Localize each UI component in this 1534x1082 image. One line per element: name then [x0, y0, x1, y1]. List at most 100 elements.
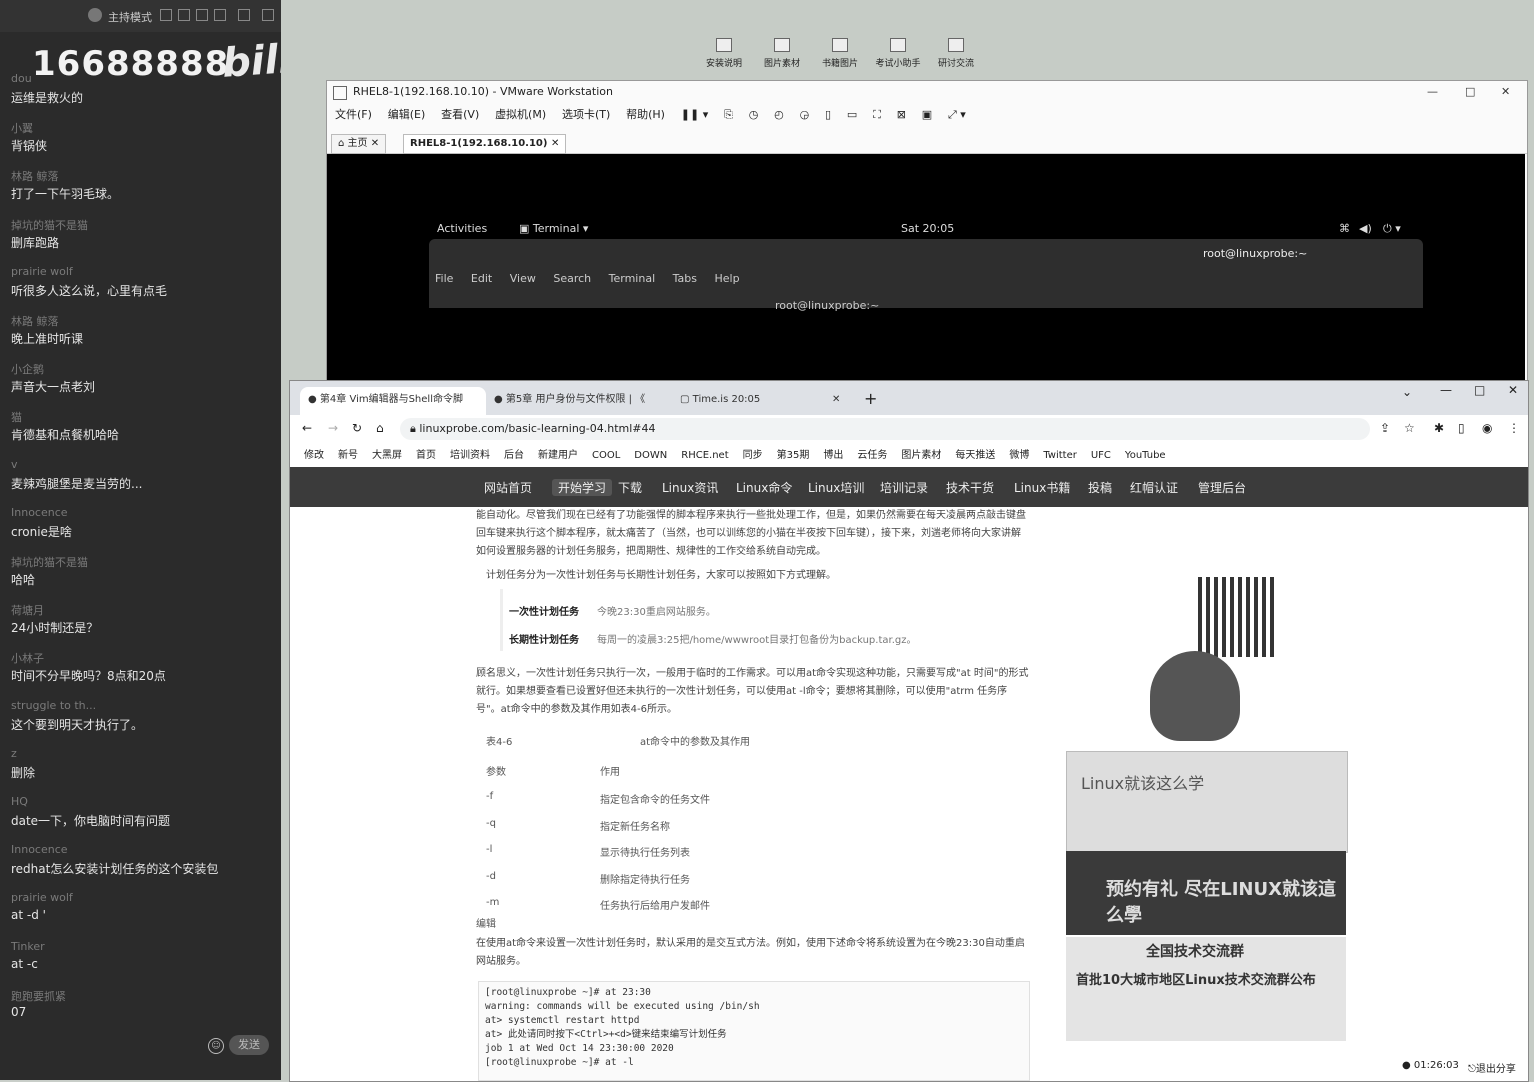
menu-help[interactable]: Help	[715, 272, 740, 285]
bookmark-item[interactable]: 新号	[338, 450, 358, 461]
close-icon[interactable]: ✕	[1501, 85, 1510, 98]
bookmark-item[interactable]: 同步	[743, 450, 763, 461]
browser-tab-users[interactable]: ● 第5章 用户身份与文件权限 | 《	[486, 387, 670, 415]
back-icon[interactable]: ←	[302, 421, 312, 435]
forward-icon[interactable]: →	[328, 421, 338, 435]
network-icon[interactable]: ⌘	[1339, 222, 1350, 235]
pin-icon[interactable]	[160, 9, 172, 21]
side-panel-icon[interactable]: ▯	[1458, 421, 1465, 435]
home-icon[interactable]: ⌂	[376, 421, 384, 435]
site-nav-item[interactable]: 红帽认证	[1130, 479, 1178, 496]
console-icon[interactable]: ▣	[922, 108, 932, 121]
site-nav-item[interactable]: 下载	[618, 479, 642, 496]
unity-icon[interactable]: ⊠	[897, 108, 906, 121]
address-bar[interactable]: 🔒︎ linuxprobe.com/basic-learning-04.html…	[400, 418, 1370, 440]
menu-search[interactable]: Search	[553, 272, 591, 285]
gnome-clock[interactable]: Sat 20:05	[901, 222, 954, 235]
bookmark-item[interactable]: 后台	[504, 450, 524, 461]
site-nav-item[interactable]: 开始学习	[552, 479, 613, 496]
minimize-icon[interactable]: —	[1440, 383, 1452, 397]
new-tab-button[interactable]: +	[864, 389, 877, 408]
site-nav-item[interactable]: 网站首页	[484, 479, 532, 496]
menu-terminal[interactable]: Terminal	[609, 272, 656, 285]
site-nav-item[interactable]: Linux资讯	[662, 479, 718, 496]
extensions-icon[interactable]: ✱	[1434, 421, 1444, 435]
reload-icon[interactable]: ↻	[352, 421, 362, 435]
site-nav-item[interactable]: 技术干货	[946, 479, 994, 496]
site-nav-item[interactable]: Linux命令	[736, 479, 792, 496]
maximize-icon[interactable]: □	[1474, 383, 1485, 397]
bookmark-item[interactable]: 每天推送	[955, 450, 995, 461]
menu-edit[interactable]: 编辑(E)	[388, 106, 426, 122]
bookmark-star-icon[interactable]: ☆	[1404, 421, 1415, 435]
bookmark-item[interactable]: UFC	[1091, 450, 1111, 461]
revert-snapshot-icon[interactable]: ◴	[774, 108, 784, 121]
menu-tabs[interactable]: 选项卡(T)	[562, 106, 610, 122]
bookmark-item[interactable]: 大黑屏	[372, 450, 402, 461]
bookmark-item[interactable]: 图片素材	[901, 450, 941, 461]
browser-tab-time[interactable]: ▢ Time.is 20:05 ✕	[672, 387, 856, 415]
site-nav-item[interactable]: 管理后台	[1198, 479, 1246, 496]
bookmark-item[interactable]: 新建用户	[538, 450, 578, 461]
menu-file[interactable]: 文件(F)	[335, 106, 372, 122]
exit-share-button[interactable]: ⎋退出分享	[1468, 1060, 1516, 1075]
site-nav-item[interactable]: Linux书籍	[1014, 479, 1070, 496]
menu-view[interactable]: 查看(V)	[441, 106, 479, 122]
tab-home[interactable]: ⌂ 主页 ✕	[331, 134, 387, 154]
book-ad-banner[interactable]: Linux就该这么学	[1066, 751, 1348, 853]
send-keys-icon[interactable]: ⎘	[724, 108, 733, 122]
view-thumbnail-icon[interactable]: ▭	[847, 108, 857, 121]
emoji-icon[interactable]: ☺	[208, 1038, 224, 1054]
menu-help[interactable]: 帮助(H)	[626, 106, 665, 122]
community-ad-banner[interactable]: 全国技术交流群 首批10大城市地区Linux技术交流群公布	[1066, 937, 1346, 1041]
site-nav-item[interactable]: 培训记录	[880, 479, 928, 496]
profile-avatar-icon[interactable]: ◉	[1482, 421, 1492, 435]
bookmark-item[interactable]: 博出	[823, 450, 843, 461]
stretch-icon[interactable]: ⤢ ▾	[948, 108, 966, 122]
desktop-icon-images[interactable]: 图片素材	[757, 38, 807, 69]
volume-icon[interactable]: ◀)	[1359, 222, 1372, 235]
edit-link[interactable]: 编辑	[476, 915, 496, 930]
close-icon[interactable]	[262, 9, 274, 21]
close-icon[interactable]: ✕	[551, 138, 559, 149]
bookmark-item[interactable]: 云任务	[857, 450, 887, 461]
pause-icon[interactable]: ❚❚ ▾	[681, 108, 708, 121]
send-button[interactable]: 发送	[229, 1035, 269, 1055]
bookmark-item[interactable]: 修改	[304, 450, 324, 461]
menu-tabs[interactable]: Tabs	[673, 272, 697, 285]
tab-vm[interactable]: RHEL8-1(192.168.10.10) ✕	[403, 134, 567, 154]
bookmark-item[interactable]: YouTube	[1125, 450, 1166, 461]
menu-file[interactable]: File	[435, 272, 453, 285]
bookmark-item[interactable]: COOL	[592, 450, 620, 461]
menu-vm[interactable]: 虚拟机(M)	[495, 106, 546, 122]
power-icon[interactable]: ⏻ ▾	[1383, 222, 1401, 236]
menu-edit[interactable]: Edit	[471, 272, 492, 285]
menu-view[interactable]: View	[510, 272, 536, 285]
bookmark-item[interactable]: Twitter	[1043, 450, 1077, 461]
snapshot-icon[interactable]: ◷	[749, 108, 759, 121]
activities-button[interactable]: Activities	[437, 222, 487, 235]
close-icon[interactable]: ✕	[1508, 383, 1518, 397]
desktop-icon-discussion[interactable]: 研讨交流	[931, 38, 981, 69]
desktop-icon-book-images[interactable]: 书籍图片	[815, 38, 865, 69]
minimize-icon[interactable]: —	[1427, 85, 1438, 98]
desktop-icon-exam-helper[interactable]: 考试小助手	[873, 38, 923, 69]
settings-icon[interactable]	[196, 9, 208, 21]
minimize-icon[interactable]	[238, 9, 250, 21]
maximize-icon[interactable]: □	[1465, 85, 1475, 98]
bookmark-item[interactable]: 培训资料	[450, 450, 490, 461]
snapshot-manager-icon[interactable]: ◶	[800, 108, 810, 121]
site-nav-item[interactable]: 投稿	[1088, 479, 1112, 496]
reservation-ad-banner[interactable]: 预约有礼 尽在LINUX就该這么學	[1066, 851, 1346, 935]
bookmark-item[interactable]: 第35期	[777, 450, 810, 461]
bookmark-item[interactable]: DOWN	[634, 450, 667, 461]
bookmark-item[interactable]: 首页	[416, 450, 436, 461]
window-icon[interactable]	[178, 9, 190, 21]
terminal-app-menu[interactable]: ▣ Terminal ▾	[519, 222, 588, 235]
site-nav-item[interactable]: Linux培训	[808, 479, 864, 496]
bookmark-item[interactable]: 微博	[1009, 450, 1029, 461]
menu-kebab-icon[interactable]: ⋮	[1508, 421, 1520, 435]
tab-search-icon[interactable]: ⌄	[1402, 385, 1412, 399]
filter-icon[interactable]	[214, 9, 226, 21]
fullscreen-icon[interactable]: ⛶	[873, 108, 881, 122]
